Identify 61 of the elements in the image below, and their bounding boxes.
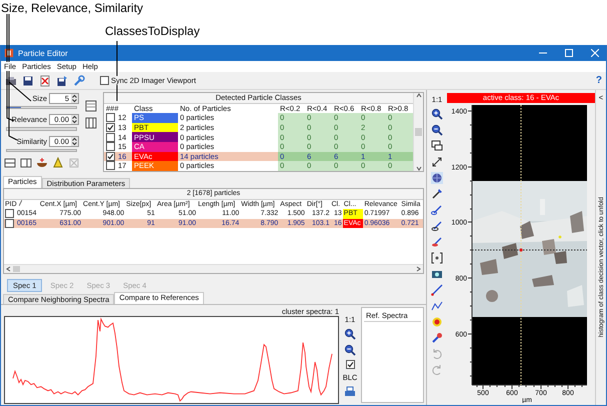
- sort-icon: [18, 200, 22, 206]
- columns-icon[interactable]: [20, 157, 32, 169]
- delete-icon[interactable]: [39, 74, 51, 86]
- annotation-label: Size, Relevance, Similarity: [1, 1, 144, 15]
- camera-icon[interactable]: [431, 268, 443, 280]
- zoom-out-icon[interactable]: [344, 344, 356, 356]
- scroll-right-icon[interactable]: [416, 266, 421, 272]
- scroll-thumb[interactable]: [13, 266, 20, 272]
- printer-icon[interactable]: [344, 386, 356, 398]
- checkbox[interactable]: [106, 132, 115, 142]
- leader-line: [116, 40, 118, 102]
- scroll-down-icon[interactable]: [416, 166, 422, 171]
- zoom-in-icon[interactable]: [431, 108, 443, 120]
- expand-icon[interactable]: [431, 156, 443, 168]
- line-icon[interactable]: [431, 284, 443, 296]
- globe-icon[interactable]: [431, 172, 443, 184]
- pipette-icon[interactable]: [431, 188, 443, 200]
- scroll-left-icon[interactable]: [6, 266, 11, 272]
- zoom-out-icon[interactable]: [431, 124, 443, 136]
- bowl-icon[interactable]: [36, 157, 48, 169]
- checkbox[interactable]: [100, 76, 109, 85]
- checkbox[interactable]: [106, 161, 115, 170]
- checkbox[interactable]: [106, 142, 115, 152]
- save-as-icon[interactable]: [56, 74, 68, 86]
- spin-arrows-icon[interactable]: [71, 94, 78, 103]
- vertical-scrollbar[interactable]: [413, 93, 423, 171]
- particle-marker: [558, 236, 562, 238]
- window-title: Particle Editor: [18, 48, 68, 58]
- slider[interactable]: [6, 127, 77, 131]
- scroll-thumb[interactable]: [415, 128, 422, 136]
- burst-icon[interactable]: [431, 316, 443, 328]
- slider[interactable]: [6, 106, 77, 110]
- spin-arrows-icon[interactable]: [71, 115, 78, 124]
- maximize-icon[interactable]: [565, 49, 573, 57]
- checkbox[interactable]: [5, 219, 14, 228]
- brush-icon[interactable]: [431, 236, 443, 248]
- table-icon[interactable]: [4, 157, 16, 169]
- columns-icon[interactable]: [85, 117, 97, 129]
- checkbox[interactable]: [106, 123, 115, 132]
- table-icon[interactable]: [85, 100, 97, 112]
- spin-arrows-icon[interactable]: [71, 136, 78, 146]
- horizontal-scrollbar[interactable]: [4, 264, 423, 273]
- brush-icon[interactable]: [431, 204, 443, 216]
- curve-icon[interactable]: [431, 300, 443, 312]
- annotation-label: ClassesToDisplay: [105, 24, 200, 38]
- particle-marker: [519, 248, 523, 252]
- zoom-in-icon[interactable]: [344, 328, 356, 340]
- scroll-up-icon[interactable]: [416, 93, 422, 98]
- brush-icon[interactable]: [431, 220, 443, 232]
- slider[interactable]: [6, 148, 77, 152]
- help-button[interactable]: ?: [596, 75, 602, 86]
- tools-icon[interactable]: [73, 74, 85, 86]
- checkbox[interactable]: [5, 209, 14, 218]
- brackets-icon[interactable]: [431, 252, 443, 264]
- checkbox[interactable]: [106, 152, 115, 161]
- marker-icon[interactable]: [431, 332, 443, 344]
- save-icon[interactable]: [22, 74, 34, 86]
- checkbox[interactable]: [346, 360, 354, 369]
- close-icon[interactable]: [591, 49, 599, 57]
- checkbox[interactable]: [106, 113, 115, 122]
- monitor-icon[interactable]: [431, 140, 443, 152]
